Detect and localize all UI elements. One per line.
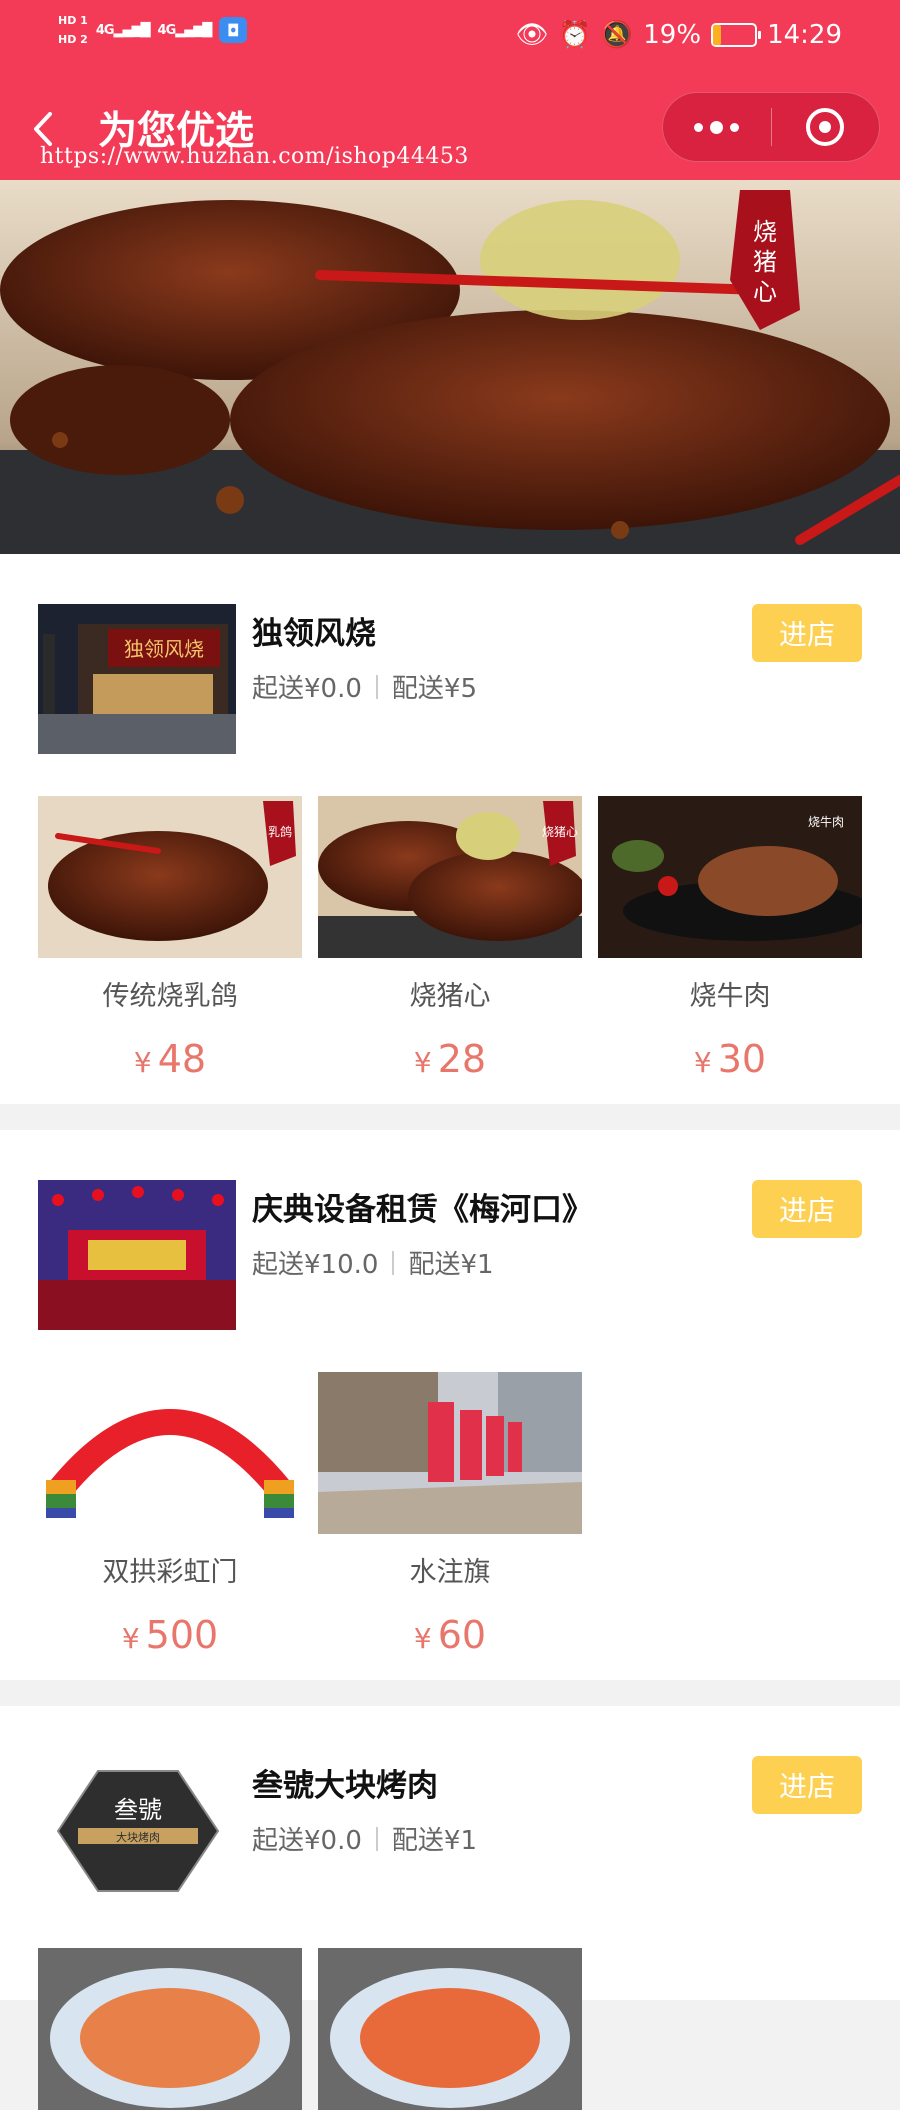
product-image: [318, 1372, 582, 1534]
product-tag: 烧猪心: [542, 825, 578, 839]
store-logo[interactable]: [38, 1180, 236, 1330]
signal-icon: 4G▂▄▆█: [157, 22, 213, 38]
min-order: 起送¥10.0: [252, 1250, 379, 1280]
store-delivery-info: 起送¥0.0 配送¥1: [252, 1820, 477, 1857]
brand-logo: 叁號 大块烤肉: [38, 1756, 236, 1906]
store-name: 独领风烧: [252, 616, 376, 652]
min-order: 起送¥0.0: [252, 674, 362, 704]
miniprogram-capsule: [662, 92, 880, 162]
product-card[interactable]: 烧猪心 烧猪心 ¥28: [318, 796, 582, 1081]
product-name: 双拱彩虹门: [102, 1557, 238, 1588]
eye-icon: 👁: [515, 20, 549, 50]
svg-text:烧: 烧: [753, 218, 777, 246]
more-button[interactable]: [663, 93, 771, 161]
product-name: 烧猪心: [409, 981, 491, 1012]
product-card[interactable]: 双拱彩虹门 ¥500: [38, 1372, 302, 1657]
store-logo[interactable]: 独领风烧: [38, 604, 236, 754]
hd1-label: HD 1: [58, 14, 88, 27]
product-image: [38, 1372, 302, 1534]
stage-image: [38, 1180, 236, 1330]
target-icon: [806, 108, 845, 146]
store-card[interactable]: 叁號 大块烤肉 叁號大块烤肉 起送¥0.0 配送¥1 进店: [0, 1706, 900, 2110]
banner-image: 烧 猪 心: [0, 180, 900, 554]
product-price: ¥28: [413, 1037, 487, 1081]
svg-text:猪: 猪: [753, 248, 777, 276]
divider: [392, 1250, 395, 1275]
hd2-label: HD 2: [58, 33, 88, 46]
product-price: ¥48: [133, 1037, 207, 1081]
product-image: [38, 1948, 302, 2110]
product-name: 烧牛肉: [689, 981, 771, 1012]
delivery-fee: 配送¥1: [408, 1250, 494, 1280]
alarm-icon: ⏰: [558, 20, 591, 50]
status-left: HD 1 HD 2 4G▂▄▆█ 4G▂▄▆█ ◘: [58, 12, 248, 48]
app-shield-icon: ◘: [219, 17, 248, 43]
status-bar: HD 1 HD 2 4G▂▄▆█ 4G▂▄▆█ ◘ 👁 ⏰ 🔕 19% 14:2…: [0, 0, 900, 78]
product-card[interactable]: 乳鸽 传统烧乳鸽 ¥48: [38, 796, 302, 1081]
product-image: 烧牛肉: [598, 796, 862, 958]
product-card[interactable]: 水注旗 ¥60: [318, 1372, 582, 1657]
enter-store-button[interactable]: 进店: [752, 604, 862, 662]
product-price: ¥60: [413, 1613, 487, 1657]
product-card[interactable]: [38, 1948, 302, 2110]
store-card[interactable]: 庆典设备租赁《梅河口》 起送¥10.0 配送¥1 进店 双拱彩虹门 ¥500 水…: [0, 1130, 900, 1680]
min-order: 起送¥0.0: [252, 1826, 362, 1856]
close-miniprogram-button[interactable]: [772, 93, 880, 161]
product-tag: 乳鸽: [268, 824, 292, 839]
clock: 14:29: [767, 20, 842, 50]
delivery-fee: 配送¥1: [391, 1826, 477, 1856]
promo-banner[interactable]: 烧 猪 心: [0, 180, 900, 554]
product-image: 烧猪心: [318, 796, 582, 958]
logo-subtext: 大块烤肉: [116, 1830, 160, 1844]
svg-text:心: 心: [753, 278, 777, 306]
product-tag: 烧牛肉: [808, 814, 844, 829]
battery-percent: 19%: [643, 20, 702, 50]
store-logo[interactable]: 叁號 大块烤肉: [38, 1756, 236, 1906]
store-delivery-info: 起送¥0.0 配送¥5: [252, 668, 477, 705]
divider: [375, 1826, 378, 1851]
divider: [375, 674, 378, 699]
store-card[interactable]: 独领风烧 独领风烧 起送¥0.0 配送¥5 进店 乳鸽 传统烧乳鸽 ¥48 烧猪…: [0, 554, 900, 1104]
delivery-fee: 配送¥5: [391, 674, 477, 704]
signal-icon: 4G▂▄▆█: [95, 22, 151, 38]
dot-icon: [694, 122, 704, 132]
product-card[interactable]: 烧牛肉 烧牛肉 ¥30: [598, 796, 862, 1081]
nav-bar: 为您优选 https://www.huzhan.com/ishop44453: [0, 78, 900, 180]
storefront-sign: 独领风烧: [124, 637, 204, 661]
dot-icon: [710, 120, 724, 134]
mute-bell-icon: 🔕: [600, 20, 634, 50]
battery-icon: [711, 23, 762, 47]
product-price: ¥500: [121, 1613, 219, 1657]
store-name: 叁號大块烤肉: [252, 1768, 438, 1804]
product-name: 水注旗: [409, 1557, 491, 1588]
product-name: 传统烧乳鸽: [102, 981, 238, 1012]
product-card[interactable]: [318, 1948, 582, 2110]
enter-store-button[interactable]: 进店: [752, 1180, 862, 1238]
dot-icon: [730, 122, 740, 132]
watermark-url: https://www.huzhan.com/ishop44453: [40, 144, 469, 169]
product-image: 乳鸽: [38, 796, 302, 958]
store-delivery-info: 起送¥10.0 配送¥1: [252, 1244, 494, 1281]
store-name: 庆典设备租赁《梅河口》: [252, 1192, 593, 1228]
status-right: 👁 ⏰ 🔕 19% 14:29: [516, 20, 843, 50]
storefront-image: 独领风烧: [38, 604, 236, 754]
product-image: [318, 1948, 582, 2110]
battery-fill: [713, 25, 722, 45]
product-price: ¥30: [693, 1037, 767, 1081]
enter-store-button[interactable]: 进店: [752, 1756, 862, 1814]
logo-text: 叁號: [114, 1796, 162, 1824]
